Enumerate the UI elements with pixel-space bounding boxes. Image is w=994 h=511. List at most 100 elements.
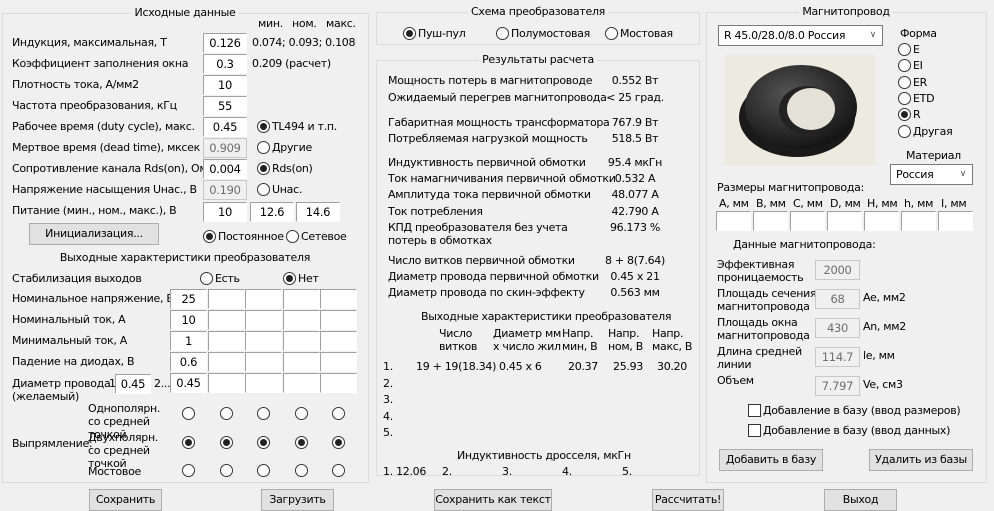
rect-radio[interactable] <box>295 464 308 477</box>
output-value-input[interactable] <box>283 331 320 351</box>
radio-circle <box>200 272 213 285</box>
dim-input[interactable] <box>716 211 751 231</box>
rect-radio[interactable] <box>182 436 195 449</box>
input-row-radio[interactable]: Другие <box>257 141 312 154</box>
wire-value-input[interactable] <box>245 373 282 393</box>
input-row-field[interactable]: 55 <box>203 96 247 116</box>
rect-radio[interactable] <box>182 464 195 477</box>
radio-circle <box>182 436 195 449</box>
rect-radio[interactable] <box>182 407 195 420</box>
output-group-title: Выходные характеристики преобразователя <box>56 251 314 264</box>
init-button[interactable]: Инициализация... <box>29 223 159 245</box>
output-value-input[interactable] <box>245 310 282 330</box>
input-row-radio[interactable]: TL494 и т.п. <box>257 120 337 133</box>
out-table-title: Выходные характеристики преобразователя <box>421 310 672 323</box>
output-value-input[interactable]: 1 <box>170 331 207 351</box>
shape-radio[interactable]: Другая <box>898 124 953 138</box>
delete-from-db-button[interactable]: Удалить из базы <box>869 449 973 471</box>
save-button[interactable]: Сохранить <box>89 489 162 511</box>
out-header: Напр. <box>562 327 594 340</box>
input-row-field[interactable]: 0.45 <box>203 117 247 137</box>
input-row-radio[interactable]: Rds(on) <box>257 162 313 175</box>
shape-radio[interactable]: E <box>898 43 920 56</box>
radio-half-bridge[interactable]: Полумостовая <box>496 27 590 40</box>
radio-push-pull[interactable]: Пуш-пул <box>403 27 466 40</box>
output-value-input[interactable] <box>283 289 320 309</box>
input-row-field[interactable]: 0.126 <box>203 33 247 53</box>
shape-radio[interactable]: R <box>898 108 921 122</box>
supply-min-input[interactable]: 10 <box>203 202 247 222</box>
radio-label: Постоянное <box>218 230 284 243</box>
dim-input[interactable] <box>901 211 936 231</box>
dim-input[interactable] <box>864 211 899 231</box>
output-value-input[interactable] <box>320 310 357 330</box>
output-value-input[interactable]: 10 <box>170 310 207 330</box>
out-header: ном, В <box>608 340 643 353</box>
wire-value-input[interactable]: 0.45 <box>170 373 207 393</box>
supply-nom-input[interactable]: 12.6 <box>250 202 294 222</box>
wire-value-input[interactable] <box>208 373 245 393</box>
input-row-label: Индукция, максимальная, Т <box>12 36 167 49</box>
shape-radio[interactable]: EI <box>898 59 923 73</box>
output-value-input[interactable]: 0.6 <box>170 352 207 372</box>
input-row-field[interactable]: 10 <box>203 75 247 95</box>
output-value-input[interactable] <box>320 352 357 372</box>
core-select[interactable]: R 45.0/28.0/8.0 Россия ∨ <box>718 25 883 46</box>
output-value-input[interactable] <box>283 310 320 330</box>
shape-radio[interactable]: ER <box>898 75 927 89</box>
rect-radio[interactable] <box>220 407 233 420</box>
radio-mains[interactable]: Сетевое <box>286 230 347 243</box>
checkbox-add-dims[interactable]: Добавление в базу (ввод размеров) <box>748 404 961 417</box>
wire-1-input[interactable]: 0.45 <box>115 374 151 394</box>
load-button[interactable]: Загрузить <box>261 489 334 511</box>
rect-radio[interactable] <box>332 407 345 420</box>
dim-input[interactable] <box>938 211 973 231</box>
out-header: Число <box>439 327 472 340</box>
add-to-db-button[interactable]: Добавить в базу <box>719 449 823 471</box>
rect-radio[interactable] <box>332 464 345 477</box>
output-value-input[interactable] <box>245 352 282 372</box>
rect-radio[interactable] <box>295 436 308 449</box>
rect-radio[interactable] <box>257 436 270 449</box>
rect-radio[interactable] <box>257 464 270 477</box>
dim-input[interactable] <box>827 211 862 231</box>
output-value-input[interactable] <box>208 331 245 351</box>
rect-radio[interactable] <box>220 436 233 449</box>
radio-label: Есть <box>215 272 240 285</box>
wire-value-input[interactable] <box>283 373 320 393</box>
rect-radio[interactable] <box>332 436 345 449</box>
output-value-input[interactable] <box>208 310 245 330</box>
material-select[interactable]: Россия ∨ <box>890 164 973 185</box>
dim-input[interactable] <box>753 211 788 231</box>
output-row-label: Номинальное напряжение, В <box>12 292 174 305</box>
input-row-field[interactable]: 0.004 <box>203 159 247 179</box>
choke-value: 4. <box>562 465 572 478</box>
checkbox-add-data[interactable]: Добавление в базу (ввод данных) <box>748 424 950 437</box>
input-row-field[interactable]: 0.3 <box>203 54 247 74</box>
input-row-radio[interactable]: Uнас. <box>257 183 302 196</box>
rect-radio[interactable] <box>220 464 233 477</box>
radio-stab-no[interactable]: Нет <box>283 272 319 285</box>
rect-radio[interactable] <box>257 407 270 420</box>
output-value-input[interactable] <box>208 352 245 372</box>
radio-stab-yes[interactable]: Есть <box>200 272 240 285</box>
shape-radio[interactable]: ETD <box>898 91 935 105</box>
radio-bridge[interactable]: Мостовая <box>605 27 673 40</box>
supply-max-input[interactable]: 14.6 <box>296 202 340 222</box>
output-value-input[interactable] <box>245 331 282 351</box>
output-value-input[interactable] <box>245 289 282 309</box>
output-value-input[interactable] <box>320 331 357 351</box>
result-label: Индуктивность первичной обмотки <box>388 156 586 169</box>
results-title: Результаты расчета <box>479 53 597 66</box>
output-value-input[interactable] <box>320 289 357 309</box>
calculate-button[interactable]: Рассчитать! <box>652 489 724 511</box>
save-as-text-button[interactable]: Сохранить как текст <box>434 489 552 511</box>
rect-radio[interactable] <box>295 407 308 420</box>
dim-input[interactable] <box>790 211 825 231</box>
exit-button[interactable]: Выход <box>824 489 897 511</box>
output-value-input[interactable] <box>283 352 320 372</box>
output-value-input[interactable] <box>208 289 245 309</box>
output-value-input[interactable]: 25 <box>170 289 207 309</box>
radio-dc[interactable]: Постоянное <box>203 230 284 243</box>
wire-value-input[interactable] <box>320 373 357 393</box>
